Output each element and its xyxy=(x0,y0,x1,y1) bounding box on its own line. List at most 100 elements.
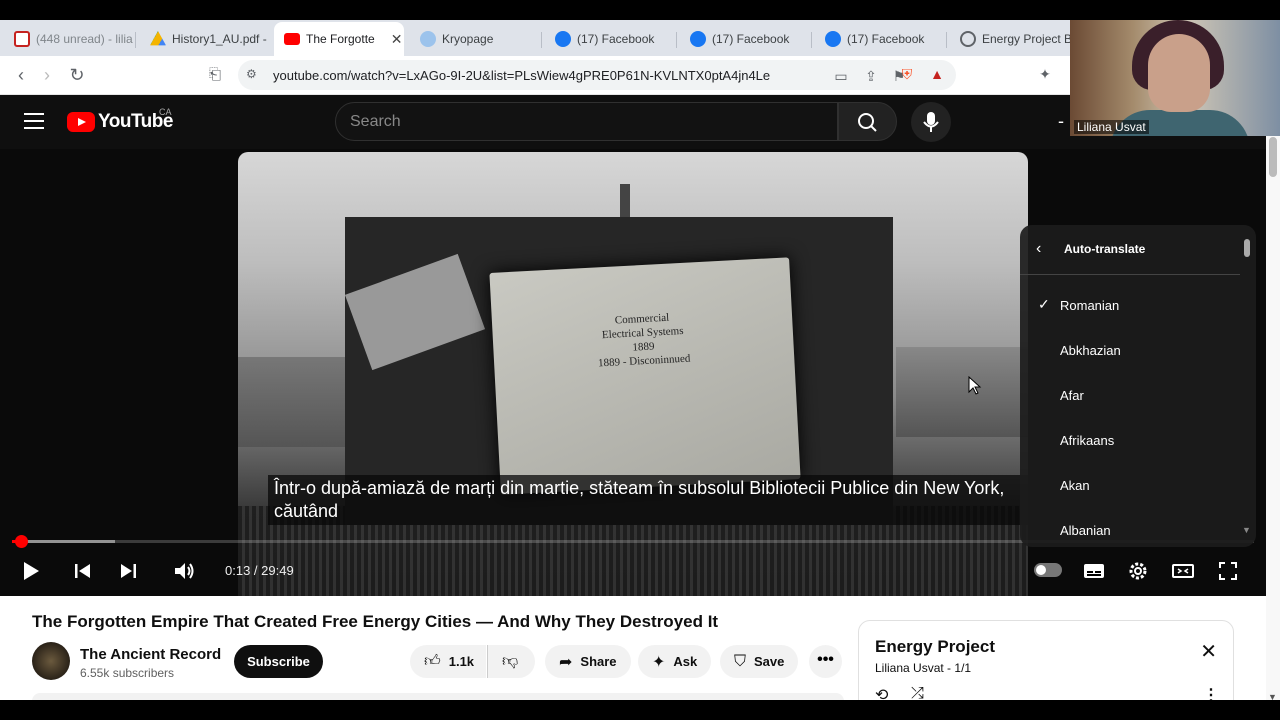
create-icon[interactable]: - xyxy=(1058,111,1064,132)
globe-icon xyxy=(960,31,976,47)
person-face xyxy=(1148,34,1210,112)
tab-title: (448 unread) - lilia xyxy=(36,32,133,46)
url-text[interactable]: youtube.com/watch?v=LxAGo-9I-2U&list=PLs… xyxy=(273,68,770,83)
brave-rewards-icon[interactable]: ▲ xyxy=(928,65,946,83)
brave-shield-icon[interactable]: ⛨ xyxy=(898,65,916,83)
caption-text: Într-o după-amiază de marți din martie, … xyxy=(268,475,1056,525)
tab-facebook-1[interactable]: (17) Facebook xyxy=(545,24,677,54)
subscribe-button[interactable]: Subscribe xyxy=(234,645,323,678)
close-tab-icon[interactable]: ✕ xyxy=(391,31,403,48)
next-icon xyxy=(121,564,136,578)
forward-arrow-icon[interactable]: › xyxy=(36,64,58,86)
tab-facebook-2[interactable]: (17) Facebook xyxy=(680,24,812,54)
captions-icon xyxy=(1084,564,1104,578)
papers-image xyxy=(344,253,486,371)
tab-title: (17) Facebook xyxy=(712,32,790,46)
tab-youtube-active[interactable]: The Forgotte ✕ xyxy=(274,22,404,56)
building-right xyxy=(896,347,1028,437)
menu-item-label: Romanian xyxy=(1060,298,1120,313)
menu-item-romanian[interactable]: ✓ Romanian xyxy=(1020,283,1240,328)
menu-item-albanian[interactable]: Albanian xyxy=(1020,508,1240,547)
autoplay-toggle[interactable] xyxy=(1034,563,1062,577)
volume-button[interactable] xyxy=(172,559,196,583)
search-input[interactable] xyxy=(336,103,837,140)
play-icon xyxy=(24,562,39,580)
drive-icon xyxy=(150,31,166,46)
menu-scrollbar[interactable] xyxy=(1244,239,1250,257)
save-label: Save xyxy=(754,654,785,669)
playlist-meta: Liliana Usvat - 1/1 xyxy=(875,661,972,675)
previous-button[interactable] xyxy=(71,559,95,583)
building-left xyxy=(238,357,346,447)
tab-kryopage[interactable]: Kryopage xyxy=(410,24,542,54)
dislike-button[interactable]: 👎︎ xyxy=(487,645,535,678)
theater-icon xyxy=(1172,564,1194,578)
like-button[interactable]: 👍︎ 1.1k xyxy=(410,645,486,678)
menu-header[interactable]: ‹ Auto-translate xyxy=(1020,225,1240,275)
page-scrollbar[interactable]: ▼ xyxy=(1266,95,1280,720)
tab-title: (17) Facebook xyxy=(847,32,925,46)
tab-energy-project[interactable]: Energy Project By xyxy=(950,24,1070,54)
bottom-letterbox xyxy=(0,700,1280,720)
share-icon[interactable]: ⇪ xyxy=(862,67,880,85)
menu-item-akan[interactable]: Akan xyxy=(1020,463,1240,508)
mail-icon xyxy=(14,31,30,47)
site-info-icon[interactable]: ⚙ xyxy=(246,67,262,83)
book-image: Commercial Electrical Systems 1889 1889 … xyxy=(489,257,801,495)
reload-icon[interactable]: ↻ xyxy=(66,64,88,86)
participant-name: Liliana Usvat xyxy=(1074,120,1149,134)
check-icon: ✓ xyxy=(1038,296,1050,312)
tab-gmail[interactable]: (448 unread) - lilia xyxy=(4,24,136,54)
mouse-cursor-icon xyxy=(968,376,982,395)
subscriber-count: 6.55k subscribers xyxy=(80,666,175,680)
channel-avatar[interactable] xyxy=(32,642,70,680)
bookmark-icon[interactable]: ⎗ xyxy=(204,64,226,86)
address-bar[interactable]: ⚙ youtube.com/watch?v=LxAGo-9I-2U&list=P… xyxy=(238,60,956,90)
tab-title: History1_AU.pdf - xyxy=(172,32,267,46)
menu-item-abkhazian[interactable]: Abkhazian xyxy=(1020,328,1240,373)
ask-button[interactable]: ✦ Ask xyxy=(638,645,712,678)
close-icon[interactable]: ✕ xyxy=(1200,639,1217,664)
tab-title: The Forgotte xyxy=(306,32,375,46)
search-icon xyxy=(858,113,877,132)
channel-name[interactable]: The Ancient Record xyxy=(80,646,221,663)
menu-item-afrikaans[interactable]: Afrikaans xyxy=(1020,418,1240,463)
sparkle-icon: ✦ xyxy=(652,653,666,671)
playlist-title[interactable]: Energy Project xyxy=(875,637,995,657)
menu-item-afar[interactable]: Afar xyxy=(1020,373,1240,418)
back-arrow-icon[interactable]: ‹ xyxy=(10,64,32,86)
thumbs-down-icon: 👎︎ xyxy=(502,653,519,670)
youtube-play-icon xyxy=(67,112,95,132)
youtube-icon xyxy=(284,33,300,45)
play-button[interactable] xyxy=(18,559,42,583)
menu-icon[interactable] xyxy=(24,113,44,129)
next-button[interactable] xyxy=(116,559,140,583)
menu-scroll-down-icon[interactable]: ▼ xyxy=(1242,525,1251,535)
menu-item-label: Akan xyxy=(1060,478,1090,493)
video-player[interactable]: Commercial Electrical Systems 1889 1889 … xyxy=(0,149,1266,596)
settings-button[interactable] xyxy=(1126,559,1150,583)
scrubber-handle[interactable] xyxy=(15,535,29,548)
facebook-icon xyxy=(825,31,841,47)
voice-search-button[interactable] xyxy=(911,102,951,142)
globe-icon xyxy=(420,31,436,47)
playlist-owner[interactable]: Liliana Usvat xyxy=(875,661,944,675)
subtitles-button[interactable] xyxy=(1082,559,1106,583)
share-button[interactable]: ➦ Share xyxy=(545,645,631,678)
tab-facebook-3[interactable]: (17) Facebook xyxy=(815,24,947,54)
youtube-logo[interactable]: YouTube CA xyxy=(67,107,173,133)
search-button[interactable] xyxy=(838,102,897,141)
playlist-position: 1/1 xyxy=(954,661,972,675)
fullscreen-button[interactable] xyxy=(1216,559,1240,583)
extensions-icon[interactable]: ✦ xyxy=(1036,65,1054,83)
more-actions-button[interactable]: ••• xyxy=(809,645,842,678)
scrollbar-thumb[interactable] xyxy=(1269,137,1277,177)
facebook-icon xyxy=(690,31,706,47)
chevron-left-icon[interactable]: ‹ xyxy=(1036,240,1041,258)
menu-item-label: Afar xyxy=(1060,388,1084,403)
tab-drive[interactable]: History1_AU.pdf - xyxy=(140,24,272,54)
share-arrow-icon: ➦ xyxy=(559,653,573,671)
theater-mode-button[interactable] xyxy=(1171,559,1195,583)
install-app-icon[interactable]: ▭ xyxy=(832,67,850,85)
save-button[interactable]: ⛉ Save xyxy=(720,645,799,678)
